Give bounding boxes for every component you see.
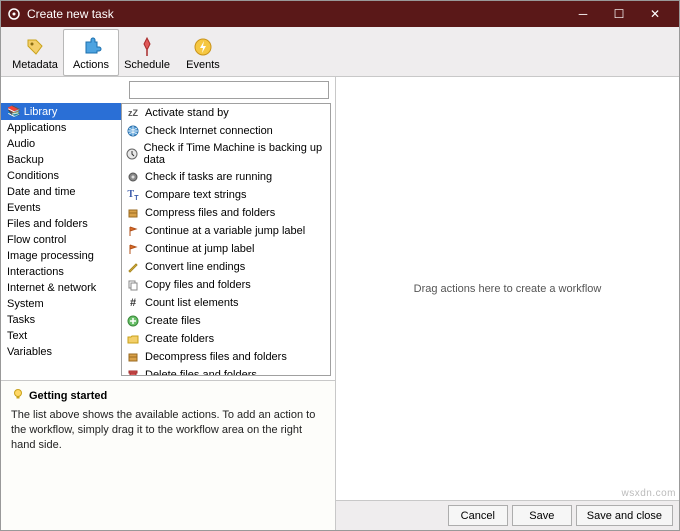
box-icon bbox=[126, 350, 140, 364]
category-item[interactable]: Backup bbox=[1, 152, 121, 168]
action-label: Continue at a variable jump label bbox=[145, 225, 305, 237]
category-item[interactable]: Files and folders bbox=[1, 216, 121, 232]
category-item[interactable]: Internet & network bbox=[1, 280, 121, 296]
tab-actions[interactable]: Actions bbox=[63, 29, 119, 76]
main-toolbar: Metadata Actions Schedule Events bbox=[1, 27, 679, 77]
trash-icon bbox=[126, 368, 140, 376]
action-item[interactable]: Check if tasks are running bbox=[122, 168, 330, 186]
category-item[interactable]: Interactions bbox=[1, 264, 121, 280]
search-input[interactable] bbox=[129, 81, 329, 99]
workflow-drop-area[interactable]: Drag actions here to create a workflow bbox=[336, 77, 679, 500]
action-label: Create files bbox=[145, 315, 201, 327]
action-label: Create folders bbox=[145, 333, 214, 345]
library-icon: 📚 bbox=[7, 106, 21, 118]
close-button[interactable]: ✕ bbox=[637, 1, 673, 27]
action-label: Delete files and folders bbox=[145, 369, 257, 376]
plus-icon bbox=[126, 314, 140, 328]
hash-icon: # bbox=[126, 296, 140, 310]
zz-icon: zZ bbox=[126, 106, 140, 120]
action-label: Copy files and folders bbox=[145, 279, 251, 291]
action-label: Compress files and folders bbox=[145, 207, 275, 219]
category-item[interactable]: 📚Library bbox=[1, 103, 121, 120]
action-item[interactable]: Compress files and folders bbox=[122, 204, 330, 222]
watermark: wsxdn.com bbox=[621, 488, 676, 499]
action-item[interactable]: zZ Activate stand by bbox=[122, 104, 330, 122]
category-item[interactable]: Variables bbox=[1, 344, 121, 360]
minimize-button[interactable]: ─ bbox=[565, 1, 601, 27]
dialog-footer: Cancel Save Save and close bbox=[336, 500, 679, 530]
action-label: Continue at jump label bbox=[145, 243, 254, 255]
tab-label: Schedule bbox=[124, 59, 170, 71]
bolt-icon bbox=[192, 36, 214, 58]
category-item[interactable]: Tasks bbox=[1, 312, 121, 328]
main-area: 📚LibraryApplicationsAudioBackupCondition… bbox=[1, 77, 679, 530]
action-item[interactable]: Create files bbox=[122, 312, 330, 330]
category-item[interactable]: Image processing bbox=[1, 248, 121, 264]
tab-metadata[interactable]: Metadata bbox=[7, 29, 63, 76]
bulb-icon bbox=[11, 387, 25, 404]
pin-icon bbox=[136, 36, 158, 58]
action-label: Activate stand by bbox=[145, 107, 229, 119]
category-item[interactable]: Events bbox=[1, 200, 121, 216]
action-item[interactable]: Create folders bbox=[122, 330, 330, 348]
window-title: Create new task bbox=[27, 7, 565, 21]
action-item[interactable]: Continue at jump label bbox=[122, 240, 330, 258]
flag-icon bbox=[126, 224, 140, 238]
tt-icon: TT bbox=[126, 188, 140, 202]
gear-icon bbox=[126, 170, 140, 184]
action-item[interactable]: Decompress files and folders bbox=[122, 348, 330, 366]
category-item[interactable]: Text bbox=[1, 328, 121, 344]
tab-events[interactable]: Events bbox=[175, 29, 231, 76]
save-close-button[interactable]: Save and close bbox=[576, 505, 673, 526]
pencil-icon bbox=[126, 260, 140, 274]
category-item[interactable]: Flow control bbox=[1, 232, 121, 248]
tab-label: Events bbox=[186, 59, 220, 71]
category-item[interactable]: Applications bbox=[1, 120, 121, 136]
help-panel: Getting started The list above shows the… bbox=[1, 380, 335, 530]
category-item[interactable]: Conditions bbox=[1, 168, 121, 184]
action-item[interactable]: Delete files and folders bbox=[122, 366, 330, 376]
action-item[interactable]: Convert line endings bbox=[122, 258, 330, 276]
action-item[interactable]: Copy files and folders bbox=[122, 276, 330, 294]
action-label: Check if Time Machine is backing up data bbox=[144, 142, 326, 166]
action-label: Compare text strings bbox=[145, 189, 246, 201]
save-button[interactable]: Save bbox=[512, 505, 572, 526]
globe-icon bbox=[126, 124, 140, 138]
category-item[interactable]: Date and time bbox=[1, 184, 121, 200]
action-item[interactable]: # Count list elements bbox=[122, 294, 330, 312]
tab-label: Actions bbox=[73, 59, 109, 71]
category-list[interactable]: 📚LibraryApplicationsAudioBackupCondition… bbox=[1, 103, 121, 380]
action-label: Convert line endings bbox=[145, 261, 245, 273]
action-label: Count list elements bbox=[145, 297, 239, 309]
folder-icon bbox=[126, 332, 140, 346]
action-item[interactable]: Check Internet connection bbox=[122, 122, 330, 140]
tag-icon bbox=[24, 36, 46, 58]
category-item[interactable]: Audio bbox=[1, 136, 121, 152]
tab-schedule[interactable]: Schedule bbox=[119, 29, 175, 76]
cancel-button[interactable]: Cancel bbox=[448, 505, 508, 526]
copy-icon bbox=[126, 278, 140, 292]
action-item[interactable]: Check if Time Machine is backing up data bbox=[122, 140, 330, 168]
action-list[interactable]: zZ Activate stand by Check Internet connec… bbox=[121, 103, 331, 376]
action-item[interactable]: Continue at a variable jump label bbox=[122, 222, 330, 240]
action-label: Check if tasks are running bbox=[145, 171, 272, 183]
action-item[interactable]: TT Compare text strings bbox=[122, 186, 330, 204]
workflow-placeholder: Drag actions here to create a workflow bbox=[414, 283, 602, 295]
workflow-pane: Drag actions here to create a workflow C… bbox=[336, 77, 679, 530]
action-label: Check Internet connection bbox=[145, 125, 273, 137]
action-label: Decompress files and folders bbox=[145, 351, 287, 363]
flag-icon bbox=[126, 242, 140, 256]
help-text: The list above shows the available actio… bbox=[11, 408, 325, 453]
clock-icon bbox=[126, 147, 139, 161]
box-icon bbox=[126, 206, 140, 220]
category-item[interactable]: System bbox=[1, 296, 121, 312]
puzzle-icon bbox=[80, 36, 102, 58]
titlebar: Create new task ─ ☐ ✕ bbox=[1, 1, 679, 27]
app-icon bbox=[7, 7, 21, 21]
actions-pane: 📚LibraryApplicationsAudioBackupCondition… bbox=[1, 77, 336, 530]
help-title: Getting started bbox=[29, 390, 107, 402]
tab-label: Metadata bbox=[12, 59, 58, 71]
maximize-button[interactable]: ☐ bbox=[601, 1, 637, 27]
